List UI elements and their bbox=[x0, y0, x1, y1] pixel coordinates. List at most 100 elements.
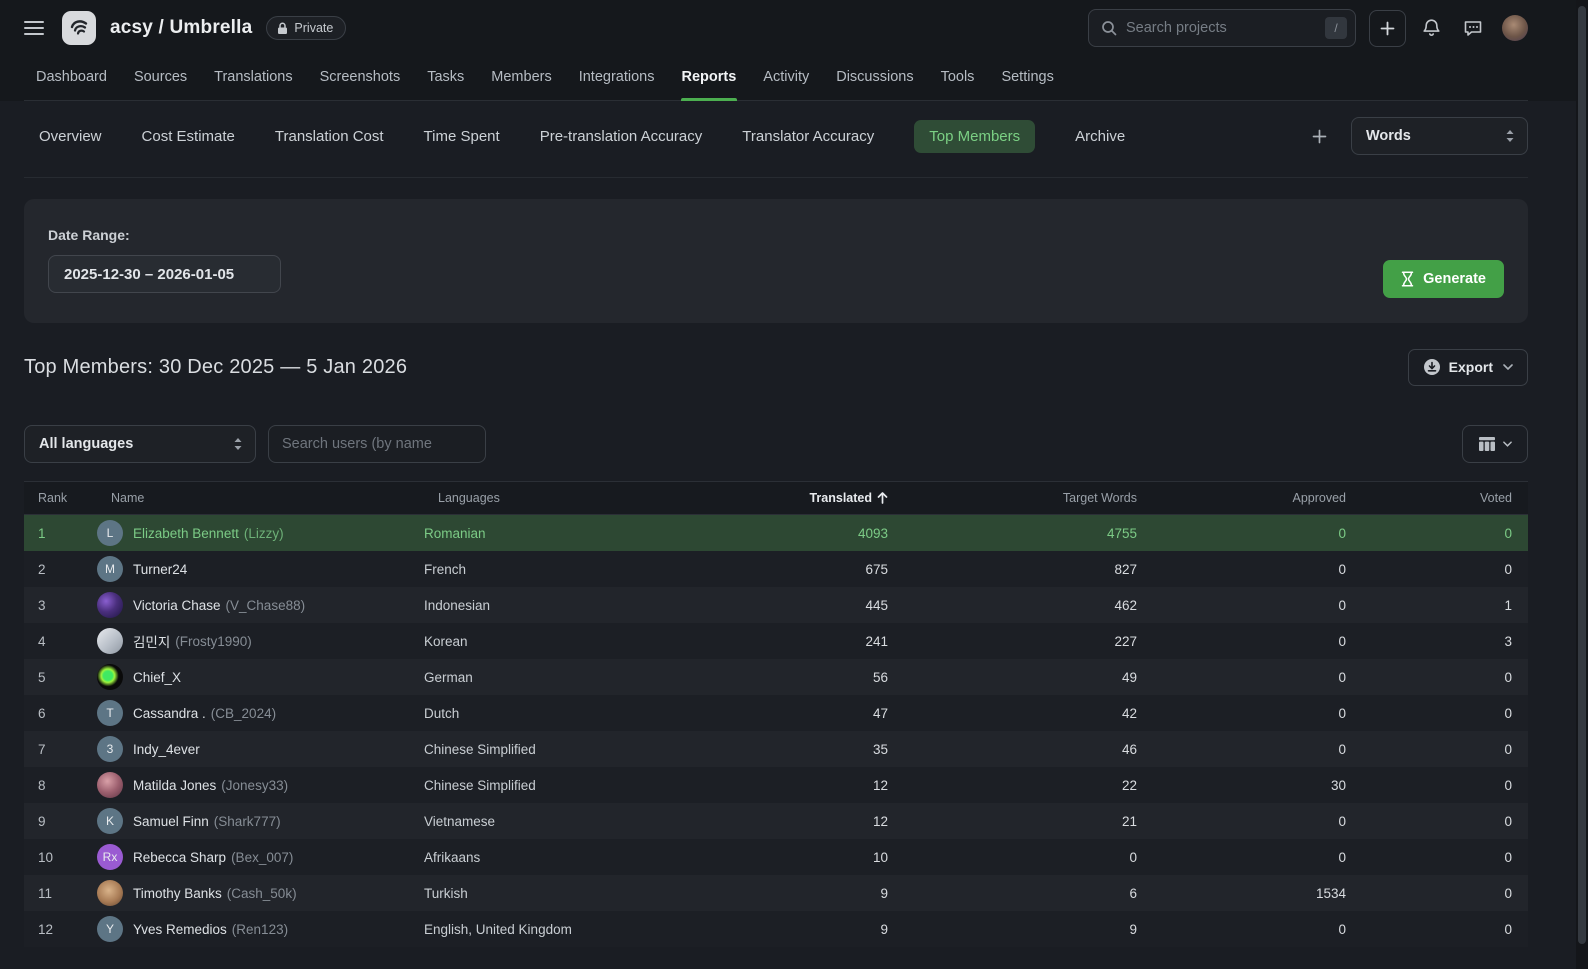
table-row[interactable]: 8 Matilda Jones (Jonesy33) Chinese Simpl… bbox=[24, 767, 1528, 803]
columns-button[interactable] bbox=[1462, 425, 1528, 463]
table-row[interactable]: 2 M Turner24 French 675 827 0 0 bbox=[24, 551, 1528, 587]
languages-cell: Dutch bbox=[424, 706, 724, 721]
subnav-tab-top-members[interactable]: Top Members bbox=[914, 120, 1035, 153]
approved-cell: 0 bbox=[1153, 562, 1362, 577]
export-button-label: Export bbox=[1449, 359, 1493, 375]
approved-cell: 1534 bbox=[1153, 886, 1362, 901]
menu-icon[interactable] bbox=[24, 21, 44, 35]
nav-tab-label: Reports bbox=[682, 69, 737, 85]
languages-cell: English, United Kingdom bbox=[424, 922, 724, 937]
member-name[interactable]: Yves Remedios bbox=[133, 922, 227, 937]
member-name[interactable]: Turner24 bbox=[133, 562, 187, 577]
export-button[interactable]: Export bbox=[1408, 349, 1528, 386]
date-range-label: Date Range: bbox=[48, 227, 1504, 243]
table-row[interactable]: 6 T Cassandra . (CB_2024) Dutch 47 42 0 … bbox=[24, 695, 1528, 731]
nav-tab-members[interactable]: Members bbox=[490, 56, 552, 100]
nav-tab-label: Dashboard bbox=[36, 69, 107, 85]
user-search-box[interactable] bbox=[268, 425, 486, 463]
user-search-input[interactable] bbox=[282, 436, 472, 452]
page-scrollbar[interactable] bbox=[1576, 0, 1588, 969]
column-header-languages[interactable]: Languages bbox=[424, 491, 724, 505]
nav-tab-settings[interactable]: Settings bbox=[1000, 56, 1054, 100]
scrollbar-thumb[interactable] bbox=[1578, 6, 1586, 944]
subnav-tab-archive[interactable]: Archive bbox=[1075, 120, 1125, 153]
subnav-tab-cost-estimate[interactable]: Cost Estimate bbox=[142, 120, 235, 153]
date-range-input[interactable]: 2025-12-30 – 2026-01-05 bbox=[48, 255, 281, 293]
target-words-cell: 46 bbox=[904, 742, 1153, 757]
nav-tab-label: Settings bbox=[1001, 69, 1053, 85]
table-row[interactable]: 9 K Samuel Finn (Shark777) Vietnamese 12… bbox=[24, 803, 1528, 839]
add-report-button[interactable] bbox=[1312, 129, 1327, 144]
column-header-rank[interactable]: Rank bbox=[24, 491, 97, 505]
unit-select[interactable]: Words bbox=[1351, 117, 1528, 155]
target-words-cell: 9 bbox=[904, 922, 1153, 937]
rank-cell: 11 bbox=[24, 886, 97, 901]
rank-cell: 9 bbox=[24, 814, 97, 829]
nav-tab-reports[interactable]: Reports bbox=[681, 56, 738, 100]
language-filter-select[interactable]: All languages bbox=[24, 425, 256, 463]
nav-tab-dashboard[interactable]: Dashboard bbox=[35, 56, 108, 100]
caret-down-icon bbox=[1503, 441, 1512, 447]
member-name[interactable]: Timothy Banks bbox=[133, 886, 222, 901]
member-avatar: L bbox=[97, 520, 123, 546]
member-name[interactable]: Indy_4ever bbox=[133, 742, 200, 757]
target-words-cell: 4755 bbox=[904, 526, 1153, 541]
target-words-cell: 49 bbox=[904, 670, 1153, 685]
member-name[interactable]: Chief_X bbox=[133, 670, 181, 685]
nav-tab-integrations[interactable]: Integrations bbox=[578, 56, 656, 100]
nav-tab-tools[interactable]: Tools bbox=[940, 56, 976, 100]
column-header-translated[interactable]: Translated bbox=[724, 491, 904, 505]
member-username: (Lizzy) bbox=[244, 526, 284, 541]
nav-tab-discussions[interactable]: Discussions bbox=[835, 56, 914, 100]
generate-button[interactable]: Generate bbox=[1383, 260, 1504, 298]
voted-cell: 3 bbox=[1362, 634, 1528, 649]
translated-cell: 241 bbox=[724, 634, 904, 649]
swirl-logo-icon bbox=[67, 16, 91, 40]
table-row[interactable]: 7 3 Indy_4ever Chinese Simplified 35 46 … bbox=[24, 731, 1528, 767]
column-header-name[interactable]: Name bbox=[97, 491, 424, 505]
member-name[interactable]: Matilda Jones bbox=[133, 778, 216, 793]
member-name[interactable]: Samuel Finn bbox=[133, 814, 209, 829]
table-row[interactable]: 4 김민지 (Frosty1990) Korean 241 227 0 3 bbox=[24, 623, 1528, 659]
member-name[interactable]: Cassandra . bbox=[133, 706, 206, 721]
nav-tab-sources[interactable]: Sources bbox=[133, 56, 188, 100]
nav-tab-screenshots[interactable]: Screenshots bbox=[319, 56, 402, 100]
table-row[interactable]: 12 Y Yves Remedios (Ren123) English, Uni… bbox=[24, 911, 1528, 947]
table-row[interactable]: 3 Victoria Chase (V_Chase88) Indonesian … bbox=[24, 587, 1528, 623]
rank-cell: 7 bbox=[24, 742, 97, 757]
member-avatar: Rx bbox=[97, 844, 123, 870]
search-input[interactable] bbox=[1126, 20, 1325, 36]
subnav-tab-overview[interactable]: Overview bbox=[39, 120, 102, 153]
search-icon bbox=[1101, 20, 1117, 36]
create-project-button[interactable] bbox=[1369, 10, 1406, 47]
column-header-approved[interactable]: Approved bbox=[1153, 491, 1362, 505]
table-row[interactable]: 5 Chief_X German 56 49 0 0 bbox=[24, 659, 1528, 695]
nav-tab-activity[interactable]: Activity bbox=[762, 56, 810, 100]
subnav-tab-translator-accuracy[interactable]: Translator Accuracy bbox=[742, 120, 874, 153]
target-words-cell: 227 bbox=[904, 634, 1153, 649]
member-name[interactable]: Rebecca Sharp bbox=[133, 850, 226, 865]
search-projects-box[interactable]: / bbox=[1088, 9, 1356, 47]
voted-cell: 0 bbox=[1362, 778, 1528, 793]
report-subnav: Overview Cost Estimate Translation Cost Tim… bbox=[24, 117, 1528, 155]
nav-tab-label: Activity bbox=[763, 69, 809, 85]
nav-tab-translations[interactable]: Translations bbox=[213, 56, 293, 100]
name-cell: Chief_X bbox=[97, 664, 424, 690]
voted-cell: 0 bbox=[1362, 742, 1528, 757]
subnav-tab-time-spent[interactable]: Time Spent bbox=[424, 120, 500, 153]
table-row[interactable]: 10 Rx Rebecca Sharp (Bex_007) Afrikaans … bbox=[24, 839, 1528, 875]
messages-button[interactable] bbox=[1456, 11, 1490, 45]
subnav-tab-translation-cost[interactable]: Translation Cost bbox=[275, 120, 384, 153]
project-logo[interactable] bbox=[62, 11, 96, 45]
column-header-voted[interactable]: Voted bbox=[1362, 491, 1528, 505]
member-name[interactable]: 김민지 bbox=[133, 631, 170, 651]
notifications-button[interactable] bbox=[1414, 11, 1448, 45]
column-header-target-words[interactable]: Target Words bbox=[904, 491, 1153, 505]
table-row[interactable]: 11 Timothy Banks (Cash_50k) Turkish 9 6 … bbox=[24, 875, 1528, 911]
nav-tab-tasks[interactable]: Tasks bbox=[426, 56, 465, 100]
subnav-tab-pre-translation-accuracy[interactable]: Pre-translation Accuracy bbox=[540, 120, 703, 153]
member-name[interactable]: Victoria Chase bbox=[133, 598, 221, 613]
table-row[interactable]: 1 L Elizabeth Bennett (Lizzy) Romanian 4… bbox=[24, 515, 1528, 551]
user-avatar[interactable] bbox=[1502, 15, 1528, 41]
member-name[interactable]: Elizabeth Bennett bbox=[133, 526, 239, 541]
